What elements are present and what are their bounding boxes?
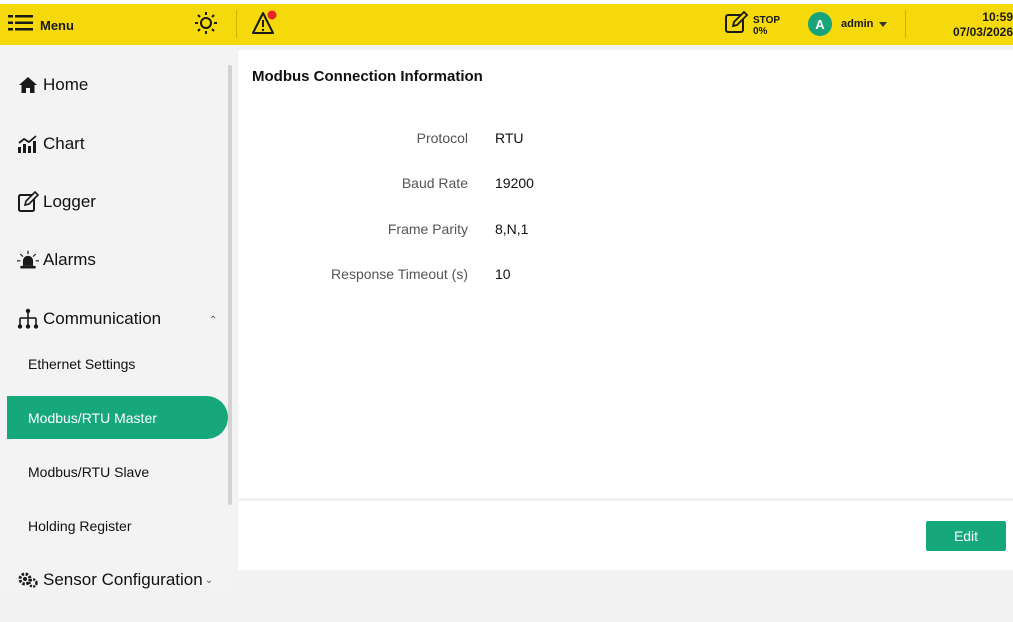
clock-date: 07/03/2026 xyxy=(952,25,1013,39)
caret-down-icon xyxy=(879,21,888,27)
field-label-response-timeout: Response Timeout (s) xyxy=(331,266,468,282)
field-value-frame-parity: 8,N,1 xyxy=(495,221,529,237)
user-menu[interactable]: A admin xyxy=(808,12,888,36)
clock: 10:59 07/03/2026 xyxy=(953,10,1013,40)
menu-label: Menu xyxy=(40,17,74,33)
sidebar-item-label: Logger xyxy=(43,192,96,211)
warning-icon[interactable] xyxy=(251,9,281,42)
gear-icon xyxy=(17,569,39,591)
edit-record-icon xyxy=(724,10,750,41)
chevron-down-icon: ⌄ xyxy=(204,574,214,586)
page-title: Modbus Connection Information xyxy=(252,68,483,85)
clock-time: 10:59 xyxy=(982,10,1013,24)
sidebar-item-communication[interactable]: Communication xyxy=(17,308,161,330)
sidebar-item-logger[interactable]: Logger xyxy=(17,191,96,213)
field-value-protocol: RTU xyxy=(495,130,524,146)
sidebar-scrollbar[interactable] xyxy=(228,65,232,505)
sidebar-item-label: Chart xyxy=(43,134,85,153)
user-name: admin xyxy=(841,18,874,30)
panel-footer: Edit xyxy=(238,501,1013,570)
sidebar-item-home[interactable]: Home xyxy=(17,74,88,96)
alarm-icon xyxy=(17,249,39,271)
sidebar-item-alarms[interactable]: Alarms xyxy=(17,249,96,271)
top-bar: Menu STOP 0% A admin 10:59 07/03/2026 xyxy=(0,0,1013,45)
sidebar-subitem-modbus-rtu-master[interactable]: Modbus/RTU Master xyxy=(7,396,228,439)
modbus-info-panel: Modbus Connection Information Protocol R… xyxy=(238,50,1013,498)
avatar: A xyxy=(808,12,832,36)
logger-icon xyxy=(17,191,39,213)
top-bar-stripe xyxy=(0,0,1013,4)
hamburger-icon xyxy=(8,13,33,38)
sun-icon[interactable] xyxy=(194,11,218,40)
top-divider xyxy=(236,10,237,38)
sidebar-subitem-ethernet-settings[interactable]: Ethernet Settings xyxy=(28,356,135,372)
chart-icon xyxy=(17,133,39,155)
recording-status[interactable]: STOP 0% xyxy=(724,10,780,41)
field-label-baud-rate: Baud Rate xyxy=(401,175,468,191)
field-value-baud-rate: 19200 xyxy=(495,175,534,191)
edit-button[interactable]: Edit xyxy=(926,521,1006,551)
sidebar-item-label: Home xyxy=(43,75,89,94)
field-label-frame-parity: Frame Parity xyxy=(387,221,468,237)
network-icon xyxy=(17,308,39,330)
sidebar-item-chart[interactable]: Chart xyxy=(17,133,85,155)
sidebar-subitem-modbus-rtu-slave[interactable]: Modbus/RTU Slave xyxy=(28,464,149,480)
field-label-protocol: Protocol xyxy=(416,130,468,146)
menu-button[interactable]: Menu xyxy=(8,13,74,37)
sidebar-item-sensor-configuration[interactable]: Sensor Configuration ⌄ xyxy=(17,569,213,591)
sidebar-subitem-holding-register[interactable]: Holding Register xyxy=(28,518,132,534)
sidebar-item-label: Communication xyxy=(43,309,162,328)
sidebar-item-label: Alarms xyxy=(43,250,96,269)
top-divider xyxy=(905,10,906,38)
recording-state: STOP xyxy=(753,14,781,26)
sidebar-subitem-label: Modbus/RTU Master xyxy=(28,409,157,426)
sidebar: Home Chart Logger Alarms Communication ⌃… xyxy=(0,45,235,591)
field-value-response-timeout: 10 xyxy=(495,266,511,282)
chevron-up-icon[interactable]: ⌃ xyxy=(209,315,217,326)
home-icon xyxy=(17,74,39,96)
sidebar-item-label: Sensor Configuration xyxy=(43,570,203,589)
recording-percent: 0% xyxy=(753,25,768,37)
